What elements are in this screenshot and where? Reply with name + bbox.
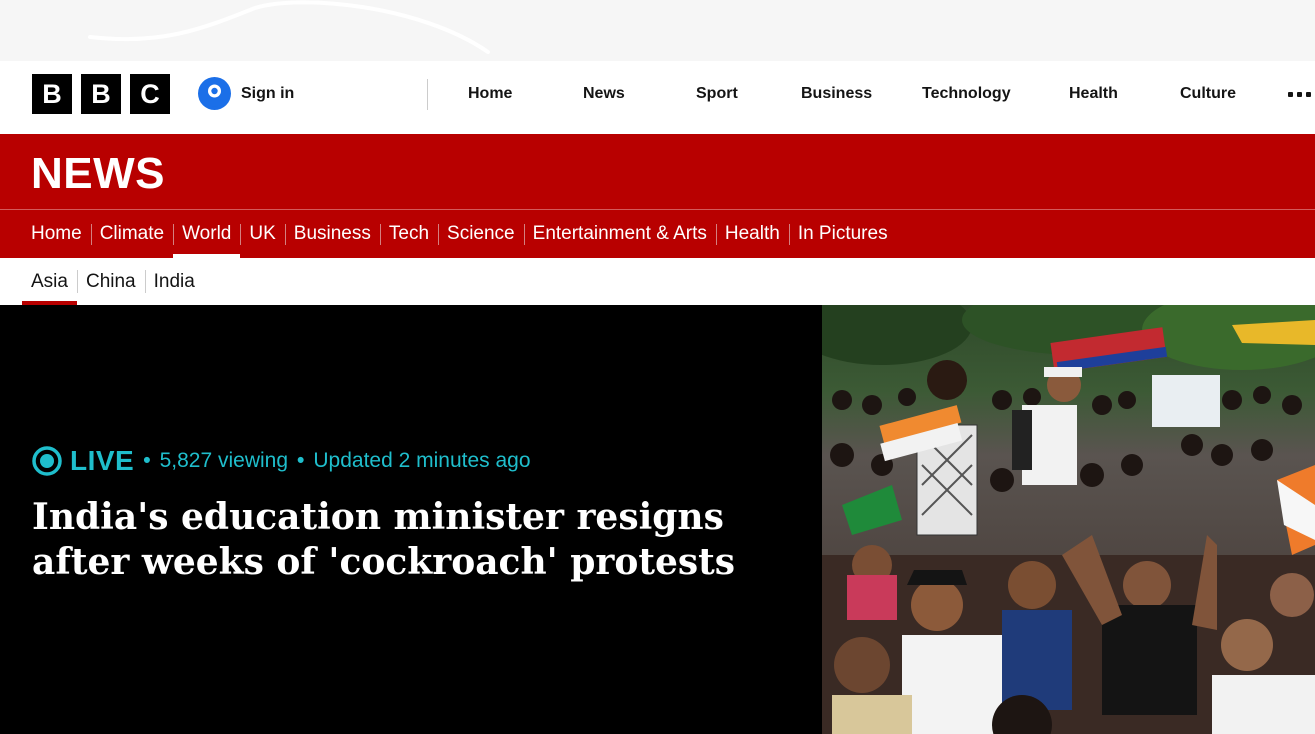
masthead: B B C Sign in Home News Sport Business T… (0, 61, 1315, 134)
section-nav-climate[interactable]: Climate (90, 210, 173, 258)
decorative-swoosh (88, 0, 490, 54)
sign-in-label: Sign in (241, 84, 295, 102)
sub-nav-india[interactable]: India (144, 258, 204, 305)
bbc-logo-letter: B (81, 74, 121, 114)
separator-dot: • (143, 449, 151, 472)
hero-text: LIVE • 5,827 viewing • Updated 2 minutes… (32, 443, 812, 585)
section-nav-uk[interactable]: UK (240, 210, 284, 258)
section-nav-tech[interactable]: Tech (379, 210, 438, 258)
sign-in-button[interactable]: Sign in (198, 77, 294, 110)
top-banner (0, 0, 1315, 61)
sub-nav-china[interactable]: China (76, 258, 145, 305)
viewing-count: 5,827 viewing (159, 449, 289, 472)
masthead-nav-health[interactable]: Health (1069, 85, 1118, 103)
masthead-nav-news[interactable]: News (583, 85, 625, 103)
news-band: NEWS Home Climate World UK Business Tech… (0, 134, 1315, 258)
user-account-icon (198, 77, 231, 110)
bbc-logo-letter: C (130, 74, 170, 114)
masthead-divider (427, 79, 428, 110)
protest-crowd-photo (822, 305, 1315, 734)
section-nav-entertainment-arts[interactable]: Entertainment & Arts (523, 210, 716, 258)
hero-image[interactable] (822, 305, 1315, 734)
masthead-nav-technology[interactable]: Technology (922, 85, 1011, 103)
sub-nav: Asia China India (0, 258, 1315, 305)
bbc-logo[interactable]: B B C (32, 74, 170, 114)
hero-story: LIVE • 5,827 viewing • Updated 2 minutes… (0, 305, 1315, 734)
separator-dot: • (297, 449, 305, 472)
news-section-nav: Home Climate World UK Business Tech Scie… (22, 210, 897, 258)
live-label: LIVE (70, 445, 135, 476)
bbc-logo-letter: B (32, 74, 72, 114)
section-nav-world[interactable]: World (173, 210, 241, 258)
masthead-nav-business[interactable]: Business (801, 85, 872, 103)
live-status-row: LIVE • 5,827 viewing • Updated 2 minutes… (32, 443, 812, 479)
section-nav-science[interactable]: Science (438, 210, 524, 258)
masthead-nav-culture[interactable]: Culture (1180, 85, 1236, 103)
section-nav-health[interactable]: Health (715, 210, 789, 258)
news-title[interactable]: NEWS (31, 149, 165, 199)
masthead-nav-sport[interactable]: Sport (696, 85, 738, 103)
updated-time: Updated 2 minutes ago (313, 449, 531, 472)
headline[interactable]: India's education minister resigns after… (32, 495, 812, 585)
section-nav-in-pictures[interactable]: In Pictures (788, 210, 897, 258)
sub-nav-asia[interactable]: Asia (22, 258, 77, 305)
section-nav-home[interactable]: Home (22, 210, 91, 258)
live-icon (32, 446, 62, 476)
masthead-nav-home[interactable]: Home (468, 85, 512, 103)
more-dots-icon[interactable] (1288, 92, 1311, 97)
section-nav-business[interactable]: Business (284, 210, 380, 258)
